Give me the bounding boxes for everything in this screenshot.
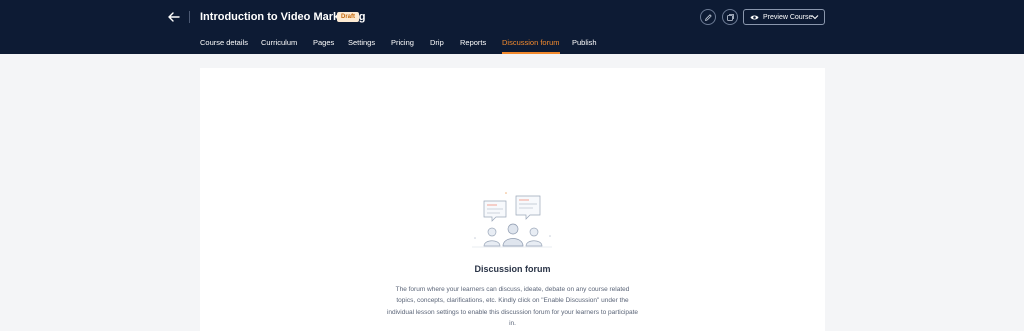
- tab-curriculum[interactable]: Curriculum: [261, 38, 297, 54]
- tab-discussion-forum[interactable]: Discussion forum: [502, 38, 560, 54]
- status-badge: Draft: [337, 12, 360, 22]
- tab-pricing[interactable]: Pricing: [391, 38, 414, 54]
- arrow-left-icon: [168, 12, 180, 22]
- active-tab-indicator: [502, 52, 560, 54]
- pencil-icon: [704, 13, 712, 21]
- eye-icon: [750, 14, 759, 20]
- back-button[interactable]: [165, 8, 183, 26]
- discussion-illustration: [472, 192, 552, 248]
- preview-course-button[interactable]: Preview Course: [743, 9, 825, 25]
- top-header: Introduction to Video Marketing Draft Pr…: [0, 0, 1024, 54]
- copy-button[interactable]: [722, 9, 738, 25]
- edit-button[interactable]: [700, 9, 716, 25]
- tab-pages[interactable]: Pages: [313, 38, 334, 54]
- discussion-forum-panel: Discussion forum The forum where your le…: [200, 68, 825, 331]
- preview-course-label: Preview Course: [763, 13, 813, 21]
- empty-state-title: Discussion forum: [474, 264, 551, 274]
- tab-settings[interactable]: Settings: [348, 38, 375, 54]
- tab-course-details[interactable]: Course details: [200, 38, 248, 54]
- title-divider: [189, 11, 190, 23]
- copy-icon: [726, 13, 734, 21]
- chevron-down-icon: [811, 15, 819, 20]
- tab-drip[interactable]: Drip: [430, 38, 444, 54]
- tab-reports[interactable]: Reports: [460, 38, 486, 54]
- empty-state-description: The forum where your learners can discus…: [386, 286, 639, 328]
- tab-publish[interactable]: Publish: [572, 38, 597, 54]
